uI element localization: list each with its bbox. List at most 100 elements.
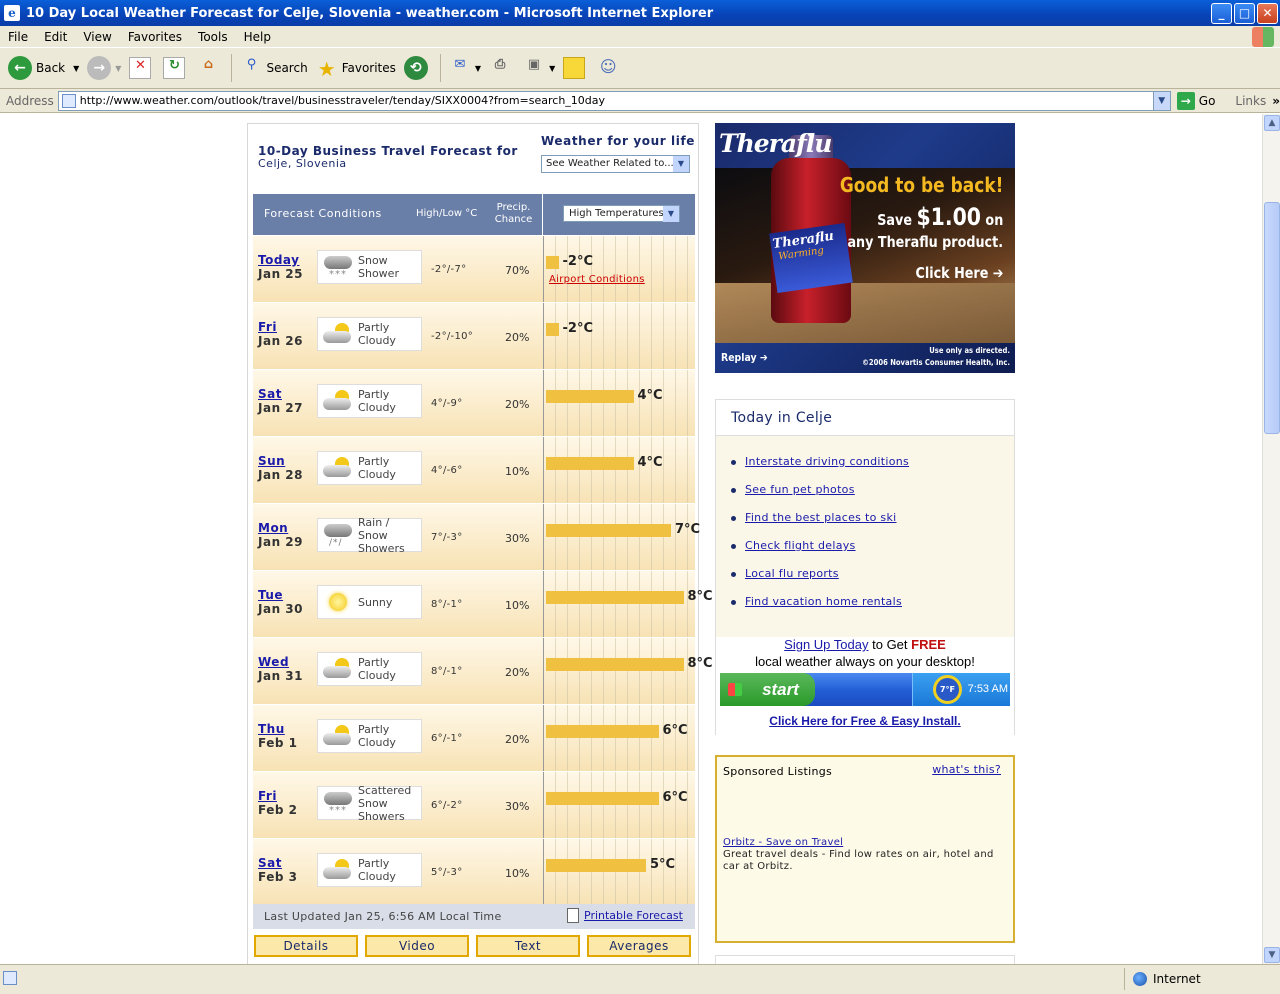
refresh-icon[interactable]: ↻ [163,57,186,79]
menu-edit[interactable]: Edit [36,30,75,44]
today-link-item: Check flight delays [731,539,909,567]
day-link[interactable]: Sat [258,387,282,401]
search-label: Search [266,61,308,75]
scroll-up-icon[interactable]: ▲ [1264,115,1280,131]
address-dropdown-icon[interactable]: ▼ [1152,91,1170,110]
text-button[interactable]: Text [476,935,580,957]
ad-headline: Good to be back! [839,173,1003,197]
today-link-item: See fun pet photos [731,483,909,511]
whats-this-link[interactable]: what's this? [932,763,1001,776]
search-button[interactable]: ⚲ Search [240,52,308,84]
condition-box: Partly Cloudy [317,853,422,887]
discuss-icon[interactable] [563,57,586,79]
edit-dropdown-icon[interactable]: ▼ [549,64,555,73]
flight-delays-link[interactable]: Check flight delays [745,539,856,552]
menu-file[interactable]: File [0,30,36,44]
condition-box: Sunny [317,585,422,619]
menu-tools[interactable]: Tools [190,30,236,44]
stop-icon[interactable]: ✕ [129,57,152,79]
day-link[interactable]: Sat [258,856,282,870]
maximize-button[interactable]: □ [1234,3,1255,24]
day-link[interactable]: Wed [258,655,289,669]
ad-click-here[interactable]: Click Here ➔ [915,264,1003,282]
day-link[interactable]: Tue [258,588,283,602]
temperature-select[interactable]: High Temperatures ▼ [563,205,680,222]
video-button[interactable]: Video [365,935,469,957]
chevron-icon[interactable]: » [1272,94,1280,108]
mail-dropdown-icon[interactable]: ▼ [475,64,481,73]
weather-related-select[interactable]: See Weather Related to... ▼ [541,155,690,173]
install-link[interactable]: Click Here for Free & Easy Install. [769,714,960,728]
high-low: 4°/-9° [431,398,463,409]
vertical-scrollbar[interactable]: ▲ ▼ [1262,114,1280,964]
edit-icon[interactable]: ▣ [523,57,545,79]
signup-line1: Sign Up Today to Get FREE [784,637,946,652]
interstate-link[interactable]: Interstate driving conditions [745,455,909,468]
precip-chance: 20% [505,331,530,344]
forward-button[interactable]: → ▼ [87,52,121,84]
theraflu-ad[interactable]: Theraflu Warming Theraflu Good to be back… [715,123,1015,373]
vacation-rentals-link[interactable]: Find vacation home rentals [745,595,902,608]
menu-favorites[interactable]: Favorites [120,30,190,44]
temperature-select-value: High Temperatures [569,208,664,219]
high-low: -2°/-7° [431,264,467,275]
home-icon[interactable]: ⌂ [197,57,219,79]
temp-label: -2°C [562,254,593,269]
back-label: Back [36,61,66,75]
menu-view[interactable]: View [75,30,119,44]
precip-chance: 20% [505,398,530,411]
temp-label: 6°C [662,790,688,805]
mail-icon[interactable]: ✉ [449,57,471,79]
scroll-down-icon[interactable]: ▼ [1264,947,1280,963]
flu-reports-link[interactable]: Local flu reports [745,567,839,580]
day-link[interactable]: Sun [258,454,285,468]
close-button[interactable]: ✕ [1257,3,1278,24]
menu-help[interactable]: Help [236,30,279,44]
back-button[interactable]: ← Back ▼ [8,52,79,84]
ski-link[interactable]: Find the best places to ski [745,511,897,524]
header-highlow: High/Low °C [416,208,478,219]
address-input[interactable]: http://www.weather.com/outlook/travel/bu… [57,90,1171,111]
condition-box: /*/Rain / Snow Showers [317,516,422,555]
messenger-icon[interactable]: ☺ [597,57,619,79]
day-link[interactable]: Fri [258,320,277,334]
toolbar: ← Back ▼ → ▼ ✕ ↻ ⌂ ⚲ Search ★ Favorites … [0,48,1280,89]
go-button[interactable]: → Go [1176,91,1215,110]
temp-bar [546,457,634,470]
weather-for-life-title: Weather for your life [541,134,696,148]
print-icon[interactable]: ⎙ [489,57,511,79]
temp-label: 4°C [637,455,663,470]
links-button[interactable]: Links [1235,94,1266,108]
orbitz-link[interactable]: Orbitz - Save on Travel [723,837,843,848]
forecast-row: Sat Jan 27 Partly Cloudy 4°/-9° 20% 4°C [253,370,695,437]
toolbar-separator [439,54,441,82]
printable-forecast-link[interactable]: Printable Forecast [584,909,683,922]
taskbar-image[interactable]: start 7:53 AM 7°F [720,673,1010,706]
pet-photos-link[interactable]: See fun pet photos [745,483,855,496]
date-label: Jan 28 [258,468,303,482]
airport-conditions-link[interactable]: Airport Conditions [549,274,645,285]
ad-replay[interactable]: Replay ➔ [721,351,768,364]
printable-forecast[interactable]: Printable Forecast [567,908,683,923]
details-button[interactable]: Details [254,935,358,957]
minimize-button[interactable]: _ [1211,3,1232,24]
precip-chance: 30% [505,532,530,545]
history-icon[interactable]: ⟲ [403,56,428,80]
condition-box: *** Scattered Snow Showers [317,784,422,823]
address-label: Address [6,93,54,108]
forward-dropdown-icon[interactable]: ▼ [115,64,121,73]
day-link[interactable]: Fri [258,789,277,803]
back-dropdown-icon[interactable]: ▼ [73,64,79,73]
scroll-thumb[interactable] [1264,202,1280,434]
forecast-title: 10-Day Business Travel Forecast for [258,144,518,158]
day-link[interactable]: Today [258,253,299,267]
day-link[interactable]: Thu [258,722,285,736]
temp-bar [546,591,684,604]
temp-bar [546,323,559,336]
condition-text: Partly Cloudy [358,321,396,347]
day-link[interactable]: Mon [258,521,288,535]
signup-link[interactable]: Sign Up Today [784,637,868,652]
favorites-button[interactable]: ★ Favorites [316,52,396,84]
averages-button[interactable]: Averages [587,935,691,957]
high-low: 8°/-1° [431,599,463,610]
